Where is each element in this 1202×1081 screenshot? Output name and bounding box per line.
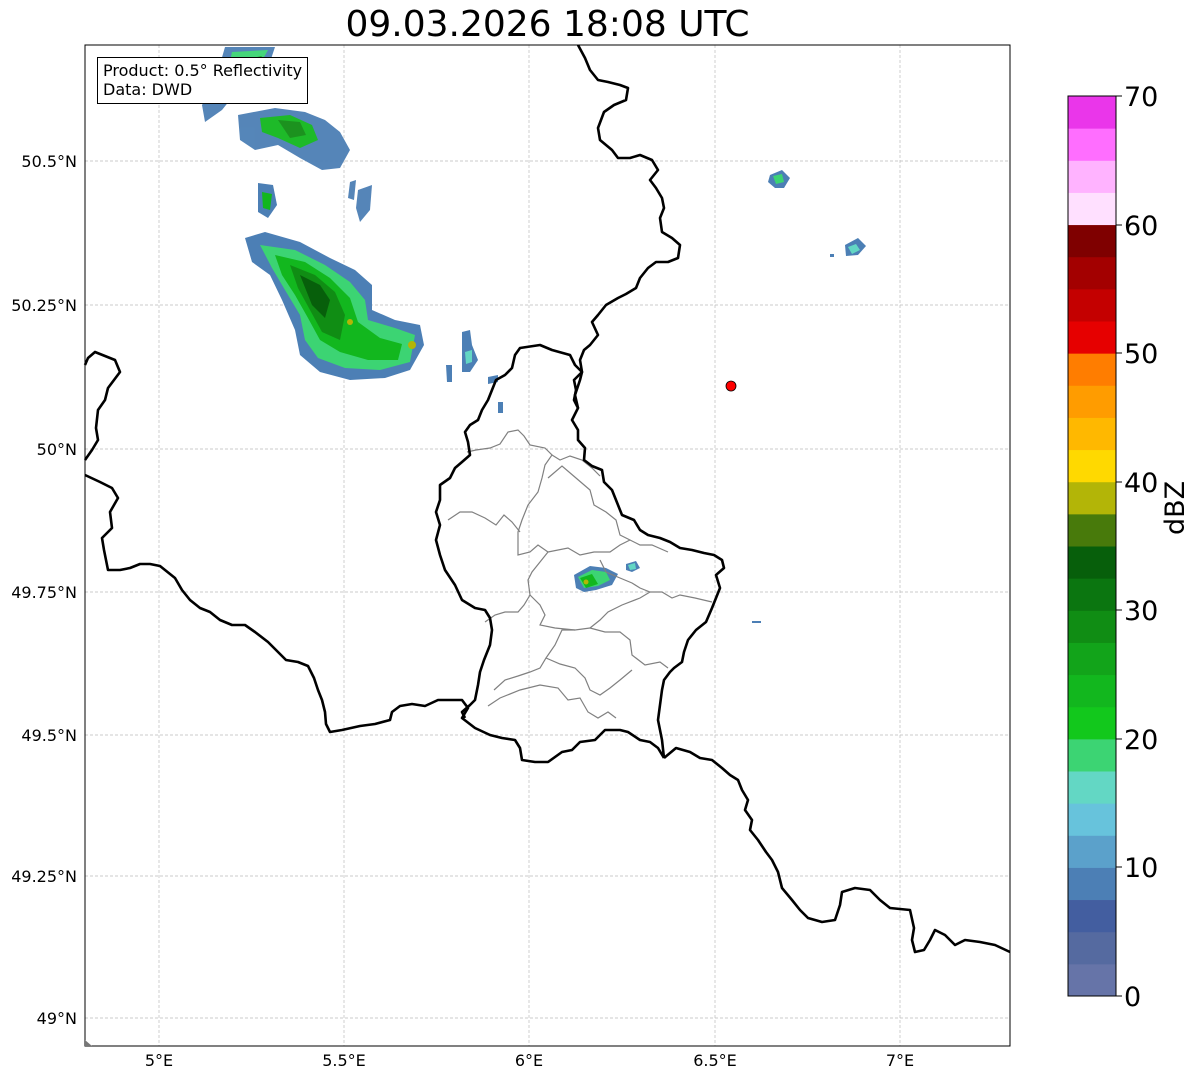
colorbar-segment	[1068, 513, 1116, 547]
colorbar-label: dBZ	[1160, 481, 1191, 535]
colorbar-label-text: dBZ	[1160, 480, 1191, 535]
colorbar-segment	[1068, 899, 1116, 933]
map-frame	[84, 44, 1011, 1047]
echo-cluster-main	[245, 183, 503, 413]
colorbar-segment	[1068, 931, 1116, 965]
colorbar-segment	[1068, 706, 1116, 740]
data-source-label: Data: DWD	[103, 80, 193, 99]
lat-tick-label: 49.5°N	[21, 726, 77, 745]
colorbar-segment	[1068, 96, 1116, 129]
product-label: Product: 0.5° Reflectivity	[103, 61, 303, 80]
echo-cluster-luxembourg	[574, 561, 640, 592]
lat-tick-label: 50.5°N	[21, 152, 77, 171]
colorbar-tick-label: 30	[1124, 596, 1158, 627]
lon-tick-label: 7°E	[886, 1051, 914, 1070]
lat-tick-label: 49°N	[37, 1009, 77, 1028]
colorbar-segment	[1068, 835, 1116, 868]
gridlines	[85, 45, 1010, 1046]
colorbar-segment	[1068, 417, 1116, 451]
lat-tick-labels: 50.5°N 50.25°N 50°N 49.75°N 49.5°N 49.25…	[11, 152, 77, 1028]
colorbar-segment	[1068, 578, 1116, 611]
radar-echoes	[202, 47, 866, 623]
colorbar-segment	[1068, 128, 1116, 161]
colorbar-segment	[1068, 771, 1116, 804]
colorbar-segment	[1068, 321, 1116, 354]
radar-site-marker	[725, 380, 737, 392]
colorbar-segment	[1068, 642, 1116, 676]
lat-tick-label: 50.25°N	[11, 296, 77, 315]
colorbar-segment	[1068, 160, 1116, 193]
colorbar-segment	[1068, 963, 1116, 997]
colorbar-segment	[1068, 192, 1116, 226]
colorbar-segment	[1068, 256, 1116, 290]
lon-tick-labels: 5°E 5.5°E 6°E 6.5°E 7°E	[145, 1051, 914, 1070]
colorbar-tick-label: 60	[1124, 211, 1158, 242]
colorbar-tick-marks	[1116, 95, 1122, 997]
colorbar-segment	[1068, 481, 1116, 515]
colorbar-segment	[1068, 803, 1116, 836]
lon-tick-label: 5°E	[145, 1051, 173, 1070]
colorbar-segment	[1068, 738, 1116, 772]
colorbar-segment	[1068, 224, 1116, 258]
colorbar-segment	[1068, 546, 1116, 579]
lat-tick-label: 49.25°N	[11, 867, 77, 886]
country-borders	[83, 44, 1011, 954]
colorbar-segment	[1068, 610, 1116, 643]
colorbar-segment	[1068, 385, 1116, 418]
colorbar-segment	[1068, 867, 1116, 901]
colorbar-tick-label: 0	[1124, 982, 1141, 1013]
lon-tick-label: 5.5°E	[322, 1051, 366, 1070]
lon-tick-label: 6°E	[515, 1051, 543, 1070]
corner-fragment	[85, 1040, 92, 1046]
colorbar-segment	[1068, 449, 1116, 483]
colorbar-tick-label: 70	[1124, 82, 1158, 113]
colorbar-segment	[1068, 674, 1116, 708]
radar-map-figure: 09.03.2026 18:08 UTC 50.5°N 50.25°N 50°N…	[0, 0, 1202, 1081]
map-canvas: 50.5°N 50.25°N 50°N 49.75°N 49.5°N 49.25…	[11, 44, 1158, 1070]
echo-cluster-east	[752, 170, 866, 623]
lat-tick-label: 49.75°N	[11, 583, 77, 602]
colorbar-tick-label: 20	[1124, 725, 1158, 756]
product-info-box: Product: 0.5° Reflectivity Data: DWD	[97, 57, 309, 104]
colorbar	[1068, 96, 1116, 997]
colorbar-segment	[1068, 353, 1116, 386]
colorbar-tick-labels: 70 60 50 40 30 20 10 0	[1124, 82, 1158, 1013]
colorbar-tick-label: 40	[1124, 468, 1158, 499]
lon-tick-label: 6.5°E	[693, 1051, 737, 1070]
lat-tick-label: 50°N	[37, 440, 77, 459]
colorbar-tick-label: 50	[1124, 339, 1158, 370]
colorbar-tick-label: 10	[1124, 853, 1158, 884]
colorbar-segment	[1068, 288, 1116, 322]
